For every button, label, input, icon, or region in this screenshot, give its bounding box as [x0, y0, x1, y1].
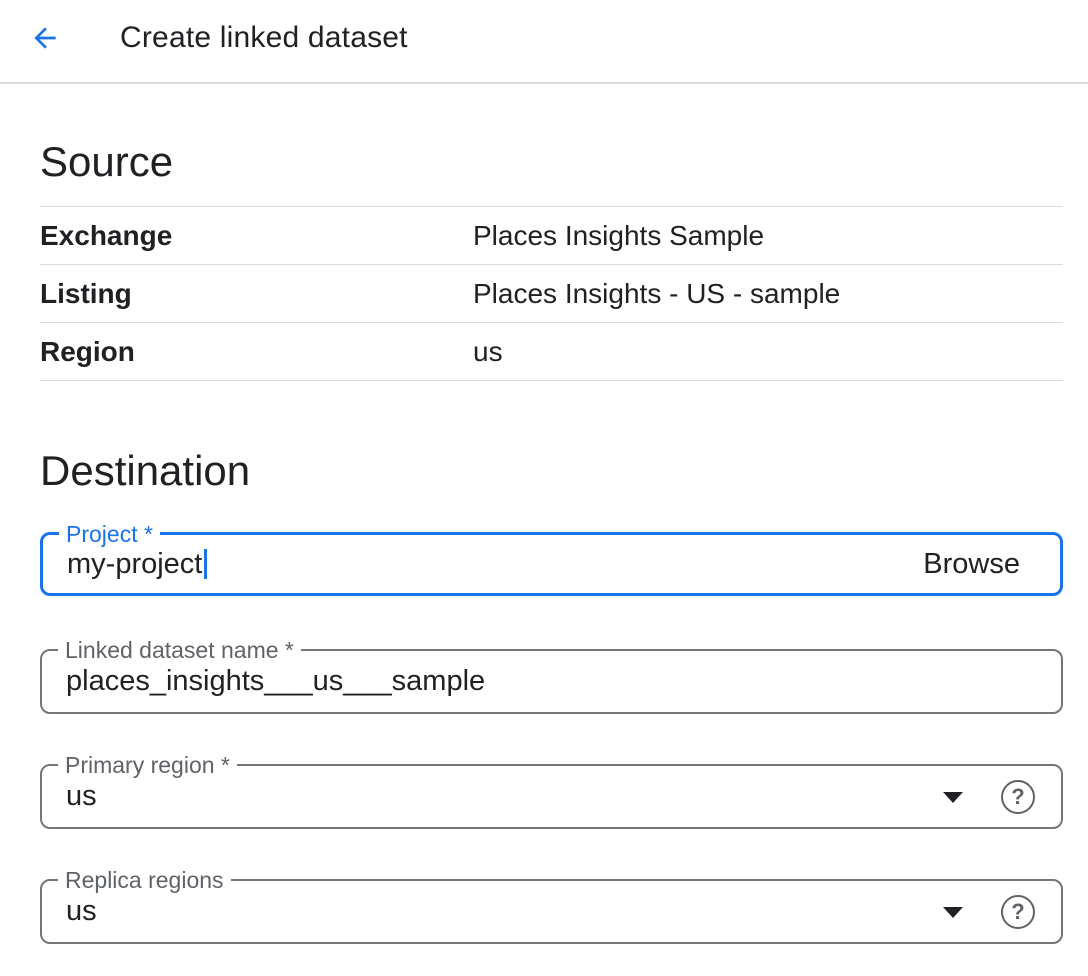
header: Create linked dataset [0, 0, 1088, 84]
primary-region-value: us [66, 780, 97, 813]
exchange-label: Exchange [40, 220, 473, 252]
linked-dataset-name-value[interactable]: places_insights___us___sample [66, 665, 485, 698]
destination-heading: Destination [40, 449, 1063, 493]
replica-regions-select[interactable]: Replica regions us ? [40, 879, 1063, 944]
help-icon[interactable]: ? [1001, 780, 1035, 814]
replica-regions-label: Replica regions [58, 867, 231, 893]
page-title: Create linked dataset [120, 22, 408, 54]
replica-regions-value: us [66, 895, 97, 928]
table-row-exchange: Exchange Places Insights Sample [40, 207, 1063, 265]
dropdown-arrow-icon[interactable] [943, 792, 963, 803]
text-cursor [204, 549, 207, 579]
dropdown-arrow-icon[interactable] [943, 907, 963, 918]
linked-dataset-name-field[interactable]: Linked dataset name * places_insights___… [40, 649, 1063, 714]
project-field[interactable]: Project * my-project Browse [40, 532, 1063, 596]
region-label: Region [40, 336, 473, 368]
form-content: Source Exchange Places Insights Sample L… [0, 140, 1088, 944]
arrow-back-icon [29, 22, 61, 54]
primary-region-label: Primary region * [58, 752, 237, 778]
listing-label: Listing [40, 278, 473, 310]
project-field-label: Project * [59, 521, 160, 547]
primary-region-select[interactable]: Primary region * us ? [40, 764, 1063, 829]
create-linked-dataset-page: Create linked dataset Source Exchange Pl… [0, 0, 1088, 976]
browse-button[interactable]: Browse [923, 548, 1020, 581]
exchange-value: Places Insights Sample [473, 220, 764, 252]
table-row-region: Region us [40, 323, 1063, 381]
help-icon[interactable]: ? [1001, 895, 1035, 929]
back-button[interactable] [28, 22, 62, 54]
listing-value: Places Insights - US - sample [473, 278, 840, 310]
project-input-value[interactable]: my-project [67, 548, 202, 581]
source-heading: Source [40, 140, 1063, 184]
source-table: Exchange Places Insights Sample Listing … [40, 206, 1063, 381]
region-value: us [473, 336, 503, 368]
table-row-listing: Listing Places Insights - US - sample [40, 265, 1063, 323]
linked-dataset-name-label: Linked dataset name * [58, 637, 301, 663]
